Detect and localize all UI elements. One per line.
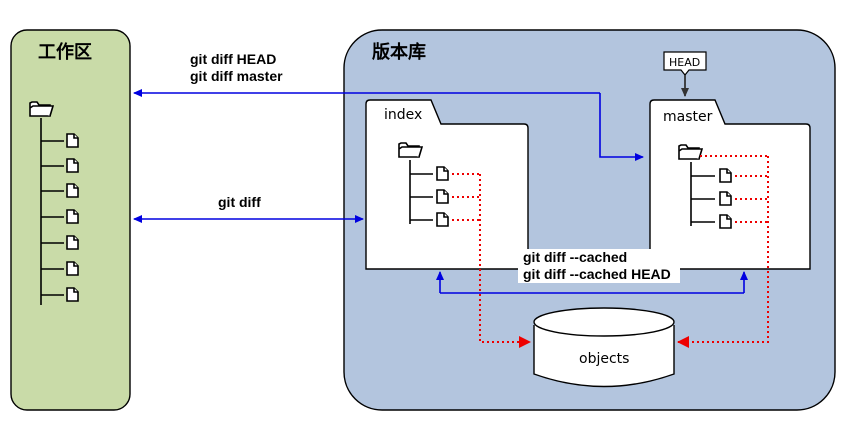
index-tab-label: index [384,107,422,123]
objects-store: objects [533,307,675,388]
diff-head-label: git diff HEAD [190,51,276,67]
file-icon [66,158,79,173]
objects-cylinder-top [533,307,675,337]
git-diff-diagram: 工作区 版本库 index master HEAD objects git di… [10,29,836,411]
file-icon [436,166,449,181]
workspace-title: 工作区 [38,41,92,63]
file-icon [719,191,732,206]
diff-cached-head-label: git diff --cached HEAD [523,266,671,282]
master-panel: master [649,99,811,270]
index-folder-shape [365,99,529,270]
file-icon [66,261,79,276]
file-icon [66,287,79,302]
file-icon [66,133,79,148]
index-panel: index [365,99,529,270]
file-icon [436,212,449,227]
file-icon [719,214,732,229]
file-icon [66,235,79,250]
file-icon [436,189,449,204]
file-icon [66,183,79,198]
file-icon [719,168,732,183]
master-tab-label: master [663,109,713,125]
diff-arrow: git diff [133,194,364,223]
head-pointer-label: HEAD [669,56,700,69]
workspace-panel: 工作区 [10,29,131,411]
objects-label: objects [579,351,629,367]
diff-cached-label: git diff --cached [523,249,627,265]
file-icon [66,209,79,224]
diff-master-label: git diff master [190,68,283,84]
master-folder-shape [649,99,811,270]
diff-label: git diff [218,194,261,210]
repository-title: 版本库 [372,41,426,63]
